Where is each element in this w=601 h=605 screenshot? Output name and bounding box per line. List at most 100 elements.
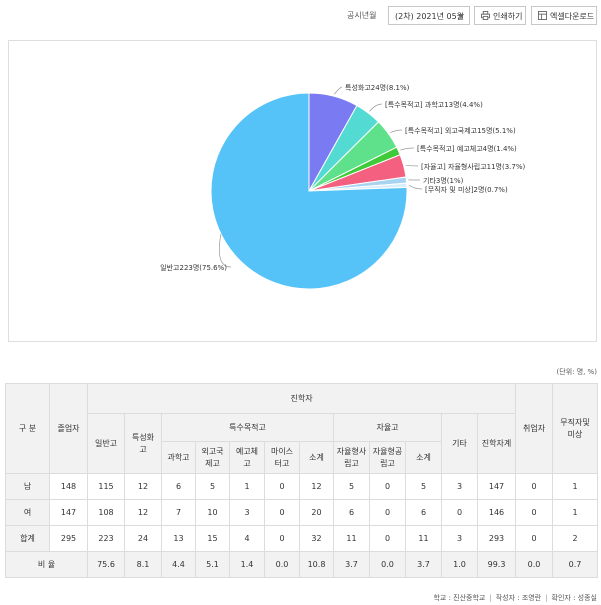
table-cell: 0 xyxy=(441,499,478,526)
pie-slice-label: 기타3명(1%) xyxy=(423,176,464,185)
excel-download-label: 엑셀다운로드 xyxy=(550,12,595,21)
row-label: 합계 xyxy=(5,525,50,552)
table-cell: 3.7 xyxy=(405,551,442,578)
footer-separator: | xyxy=(545,594,548,602)
table-cell: 15 xyxy=(195,525,230,552)
table-cell: 3.7 xyxy=(333,551,370,578)
pie-leader-line xyxy=(408,184,423,190)
table-cell: 0.0 xyxy=(369,551,406,578)
table-row: 비 율 75.6 8.1 4.4 5.1 1.4 0.0 10.8 3.7 0.0 3.7 1.0 99… xyxy=(5,551,599,578)
print-button-label: 인쇄하기 xyxy=(493,12,523,21)
table-cell: 0 xyxy=(515,473,554,500)
table-cell: 0.0 xyxy=(264,551,300,578)
footer-writer: 작성자 : 조영란 xyxy=(495,594,542,602)
unit-note: (단위: 명, %) xyxy=(556,368,597,376)
table-cell: 148 xyxy=(49,473,88,500)
pie-slice-label: [무직자 및 미상]2명(0.7%) xyxy=(425,185,508,194)
header-public: 자율형공립고 xyxy=(369,441,406,474)
table-cell: 1.0 xyxy=(441,551,478,578)
footer: 학교 : 진산중학교 | 작성자 : 조영란 | 확인자 : 성종실 xyxy=(0,593,597,603)
table-cell: 223 xyxy=(87,525,125,552)
printer-icon xyxy=(481,11,490,20)
table-cell: 147 xyxy=(476,473,517,500)
pie-leader-line xyxy=(390,129,403,133)
table-cell: 6 xyxy=(405,499,442,526)
report-period-value: (2차) 2021년 05월 xyxy=(395,12,465,21)
header-purpose: 특수목적고 xyxy=(161,413,334,442)
table-cell: 12 xyxy=(124,499,162,526)
header-subtotal-autonomous: 소계 xyxy=(405,441,442,474)
header-subtotal-purpose: 소계 xyxy=(299,441,334,474)
destination-table: 구 분 졸업자 진학자 취업자 무직자및 미상 일반고 특성화고 특수목적고 자… xyxy=(5,383,599,578)
table-cell: 11 xyxy=(405,525,442,552)
table-cell: 1 xyxy=(552,499,599,526)
header-other: 기타 xyxy=(441,413,478,474)
table-cell: 11 xyxy=(333,525,370,552)
pie-slice-label: 특성화고24명(8.1%) xyxy=(345,83,410,92)
table-cell: 24 xyxy=(124,525,162,552)
header-public-text: 자율형공립고 xyxy=(372,446,403,468)
table-cell: 3 xyxy=(229,499,265,526)
table-cell: 108 xyxy=(87,499,125,526)
pie-leader-line xyxy=(369,103,383,112)
table-cell: 75.6 xyxy=(87,551,125,578)
table-cell: 3 xyxy=(441,473,478,500)
header-arts-text: 예고체고 xyxy=(235,446,259,468)
header-autonomous: 자율고 xyxy=(333,413,442,442)
header-special-text: 특성화고 xyxy=(131,432,155,454)
header-unemployed: 무직자및 미상 xyxy=(552,383,599,474)
table-cell: 146 xyxy=(476,499,517,526)
header-gubun: 구 분 xyxy=(5,383,50,474)
toolbar: 공시년월 (2차) 2021년 05월 인쇄하기 엑셀다운로드 xyxy=(0,6,601,26)
table-cell: 5 xyxy=(195,473,230,500)
header-meister: 마이스터고 xyxy=(264,441,300,474)
table-cell: 0 xyxy=(369,499,406,526)
pie-chart: 특성화고24명(8.1%) [특수목적고] 과학고13명(4.4%) [특수목적고]… xyxy=(160,83,526,290)
table-cell: 13 xyxy=(161,525,196,552)
excel-download-button[interactable]: 엑셀다운로드 xyxy=(531,6,597,25)
table-body: 남 148 115 12 6 5 1 0 12 5 0 5 3 147 0 1 여 147 108 12 7 10 3 0 20… xyxy=(5,473,599,578)
table-row: 남 148 115 12 6 5 1 0 12 5 0 5 3 147 0 1 xyxy=(5,473,599,500)
table-cell: 0 xyxy=(264,525,300,552)
footer-separator: | xyxy=(489,594,492,602)
pie-slice-label: [특수목적고] 과학고13명(4.4%) xyxy=(385,100,483,109)
table-cell: 6 xyxy=(333,499,370,526)
table-cell: 5.1 xyxy=(195,551,230,578)
table-cell: 8.1 xyxy=(124,551,162,578)
table-cell: 3 xyxy=(441,525,478,552)
header-private-text: 자율형사립고 xyxy=(336,446,367,468)
pie-leader-line xyxy=(405,164,419,167)
table-cell: 293 xyxy=(476,525,517,552)
header-advance: 진학자 xyxy=(86,383,517,414)
table-row: 합계 295 223 24 13 15 4 0 32 11 0 11 3 293 0 2 xyxy=(5,525,599,552)
table-cell: 0 xyxy=(369,525,406,552)
pie-leader-line xyxy=(400,147,415,151)
spreadsheet-icon xyxy=(538,11,547,20)
table-cell: 5 xyxy=(333,473,370,500)
table-cell: 1.4 xyxy=(229,551,265,578)
table-cell: 0 xyxy=(264,473,300,500)
table-cell: 2 xyxy=(552,525,599,552)
header-unemployed-text: 무직자및 미상 xyxy=(560,417,590,439)
table-cell: 0.0 xyxy=(515,551,554,578)
table-cell: 0.7 xyxy=(552,551,599,578)
header-advance-total-text: 진학자계 xyxy=(481,438,512,448)
report-period-select[interactable]: (2차) 2021년 05월 xyxy=(388,6,470,25)
table-cell: 32 xyxy=(299,525,334,552)
table-cell: 115 xyxy=(87,473,125,500)
pie-slice-label: [특수목적고] 예고체고4명(1.4%) xyxy=(417,144,517,153)
table-cell: 99.3 xyxy=(476,551,517,578)
header-graduates: 졸업자 xyxy=(49,383,88,474)
row-label: 비 율 xyxy=(5,551,88,578)
print-button[interactable]: 인쇄하기 xyxy=(474,6,526,25)
footer-checker: 확인자 : 성종실 xyxy=(551,594,597,602)
pie-slice-label: [자율고] 자율형사립고11명(3.7%) xyxy=(421,162,526,171)
header-employed: 취업자 xyxy=(515,383,554,474)
header-private: 자율형사립고 xyxy=(333,441,370,474)
header-meister-text: 마이스터고 xyxy=(270,446,294,468)
header-advance-total: 진학자계 xyxy=(476,413,517,474)
table-cell: 4.4 xyxy=(161,551,196,578)
table-cell: 12 xyxy=(299,473,334,500)
table-cell: 20 xyxy=(299,499,334,526)
table-cell: 4 xyxy=(229,525,265,552)
